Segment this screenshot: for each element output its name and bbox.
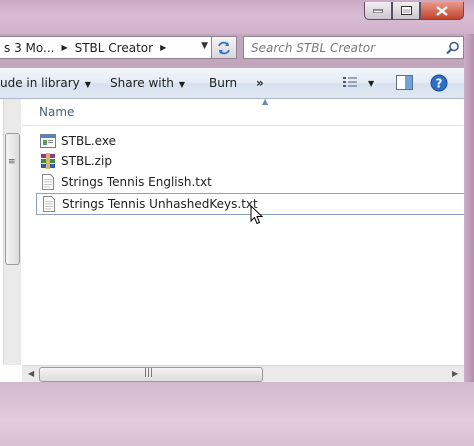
help-button[interactable]: ? <box>430 74 448 95</box>
nav-pane-scrollbar[interactable]: ≡ <box>3 99 21 365</box>
file-name: STBL.exe <box>61 134 116 148</box>
breadcrumb-current[interactable]: STBL Creator <box>71 41 157 55</box>
breadcrumb-parent[interactable]: s 3 Mo... <box>0 41 58 55</box>
search-box[interactable]: Search STBL Creator <box>243 36 464 59</box>
nav-pane-scroll-thumb[interactable] <box>5 133 20 265</box>
window-frame-right <box>464 34 474 382</box>
scroll-left-icon[interactable]: ◀ <box>28 369 34 378</box>
details-view-icon <box>343 77 357 87</box>
close-icon <box>436 5 448 16</box>
winrar-archive-icon <box>41 153 55 169</box>
window-frame-bottom <box>0 382 474 446</box>
address-bar[interactable]: s 3 Mo... ▶ STBL Creator ▶ ▼ <box>0 36 213 59</box>
maximize-button[interactable] <box>392 2 420 20</box>
scroll-grip-icon: ||| <box>144 368 154 378</box>
svg-text:?: ? <box>436 77 443 91</box>
close-button[interactable] <box>420 2 464 20</box>
breadcrumb-chevron-icon[interactable]: ▶ <box>58 43 70 52</box>
minimize-button[interactable] <box>364 2 392 20</box>
file-list-pane: ≡ ▲ Name STBL.exe STBL.zip Strings Tenni… <box>0 97 474 383</box>
breadcrumb-chevron-icon[interactable]: ▶ <box>157 43 169 52</box>
file-name: Strings Tennis English.txt <box>61 175 212 189</box>
file-name: Strings Tennis UnhashedKeys.txt <box>62 197 258 211</box>
scroll-grip-icon: ≡ <box>8 157 16 167</box>
include-in-library-button[interactable]: ude in library ▼ <box>0 76 91 90</box>
chevron-down-icon: ▼ <box>84 80 91 89</box>
refresh-icon <box>218 41 230 54</box>
change-view-button[interactable] <box>342 76 358 92</box>
column-header-name[interactable]: Name <box>39 105 74 119</box>
text-file-icon <box>43 196 55 212</box>
include-in-library-label: ude in library <box>0 76 80 90</box>
preview-pane-icon <box>396 75 413 90</box>
text-file-icon <box>42 174 54 190</box>
sort-ascending-icon: ▲ <box>262 97 269 106</box>
burn-button[interactable]: Burn <box>209 76 237 90</box>
scroll-right-icon[interactable]: ▶ <box>452 369 458 378</box>
more-commands-button[interactable]: » <box>256 76 264 90</box>
file-item[interactable]: STBL.zip <box>36 151 112 171</box>
search-icon[interactable] <box>443 41 463 55</box>
minimize-icon <box>373 9 383 13</box>
file-item[interactable]: Strings Tennis English.txt <box>36 172 212 192</box>
view-options-chevron-icon[interactable]: ▼ <box>368 79 374 88</box>
file-name: STBL.zip <box>61 154 112 168</box>
share-with-label: Share with <box>110 76 174 90</box>
maximize-icon <box>400 6 412 15</box>
search-input[interactable]: Search STBL Creator <box>244 41 443 55</box>
preview-pane-button[interactable] <box>396 75 413 93</box>
command-toolbar: ude in library ▼ Share with ▼ Burn » ▼ ? <box>0 68 464 99</box>
address-history-dropdown-icon[interactable]: ▼ <box>201 41 208 51</box>
column-header: ▲ Name <box>22 97 464 126</box>
horizontal-scroll-thumb[interactable]: ||| <box>39 367 263 382</box>
caption-buttons <box>364 2 464 20</box>
exe-icon <box>40 134 56 148</box>
refresh-button[interactable] <box>211 36 237 59</box>
file-item[interactable]: STBL.exe <box>36 131 116 151</box>
chevron-down-icon: ▼ <box>178 80 186 89</box>
share-with-button[interactable]: Share with ▼ <box>110 76 185 90</box>
help-icon: ? <box>430 74 448 92</box>
mouse-pointer-icon <box>250 205 264 225</box>
horizontal-scrollbar[interactable]: ◀ ||| ▶ <box>22 365 464 383</box>
